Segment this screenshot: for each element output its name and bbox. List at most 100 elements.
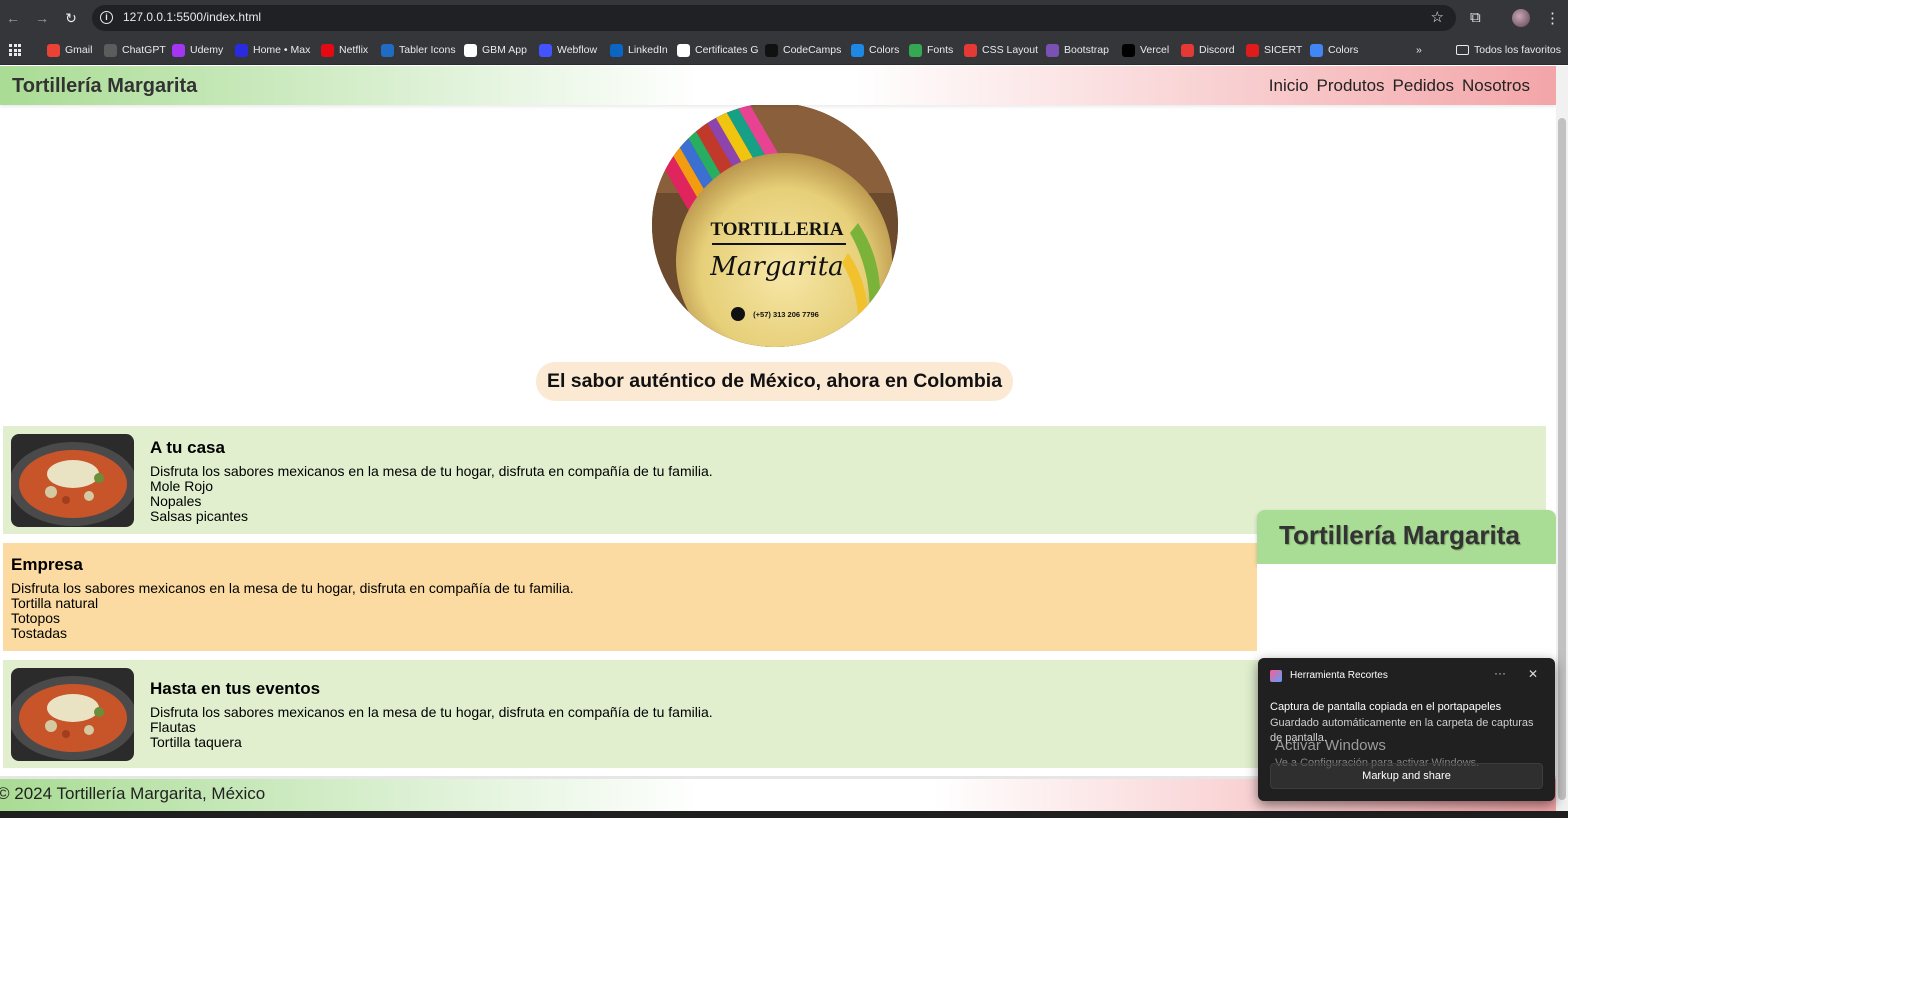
bookmark-label: Discord (1199, 44, 1235, 56)
snipping-tool-icon (1270, 670, 1282, 682)
bookmark-label: GBM App (482, 44, 527, 56)
service-card-business: Empresa Disfruta los sabores mexicanos e… (3, 543, 1257, 651)
back-arrow-icon[interactable]: ← (4, 9, 22, 27)
food-thumbnail (11, 434, 134, 527)
bookmark-label: Bootstrap (1064, 44, 1109, 56)
css-layout-icon (964, 43, 977, 57)
bookmark-item[interactable]: Webflow (539, 42, 597, 58)
apps-grid-icon[interactable] (9, 44, 21, 56)
address-bar[interactable]: i 127.0.0.1:5500/index.html ☆ (92, 5, 1456, 31)
logo-text-line1: TORTILLERIA (710, 219, 843, 240)
card-item: Salsas picantes (150, 508, 249, 524)
bookmark-label: ChatGPT (122, 44, 166, 56)
pozole-image (11, 434, 134, 527)
bookmark-item[interactable]: Colors (1310, 42, 1358, 58)
notification-title: Captura de pantalla copiada en el portap… (1270, 701, 1502, 713)
more-options-icon[interactable]: ··· (1494, 666, 1506, 680)
bookmark-item[interactable]: Colors (851, 42, 899, 58)
bookmark-item[interactable]: Certificates G (677, 42, 759, 58)
card-item: Tortilla taquera (150, 734, 242, 750)
card-description: Disfruta los sabores mexicanos en la mes… (11, 580, 574, 596)
reload-icon[interactable]: ↻ (62, 9, 80, 27)
bookmarks-bar: Gmail ChatGPT Udemy Home • Max Netflix Tabler… (0, 36, 1568, 65)
bookmark-label: SICERT (1264, 44, 1303, 56)
google-icon (677, 43, 690, 57)
markup-share-button[interactable]: Markup and share (1270, 763, 1543, 789)
bookmark-item[interactable]: GBM App (464, 42, 527, 58)
whatsapp-icon (731, 307, 745, 321)
card-description: Disfruta los sabores mexicanos en la mes… (150, 704, 713, 720)
bookmark-label: Webflow (557, 44, 598, 56)
card-item: Totopos (11, 610, 61, 626)
nav-link-produtos[interactable]: Produtos (1316, 76, 1384, 96)
bookmark-label: Tabler Icons (399, 44, 456, 56)
colors-icon (851, 43, 864, 57)
bookmark-item[interactable]: Tabler Icons (381, 42, 456, 58)
extensions-icon[interactable]: ⧉ (1470, 9, 1481, 26)
more-bookmarks-chevron-icon[interactable]: » (1416, 42, 1422, 58)
browser-toolbar: ← → ↻ i 127.0.0.1:5500/index.html ☆ ⧉ ⋮ (0, 0, 1568, 36)
scrollbar-thumb[interactable] (1558, 118, 1566, 800)
bookmark-label: Gmail (65, 44, 93, 56)
card-title: Hasta en tus eventos (150, 679, 321, 698)
forward-arrow-icon[interactable]: → (33, 9, 51, 27)
bootstrap-icon (1046, 43, 1059, 57)
linkedin-icon (610, 43, 623, 57)
gmail-icon (47, 43, 60, 57)
bookmark-item[interactable]: ChatGPT (104, 42, 166, 58)
nav-link-nosotros[interactable]: Nosotros (1462, 76, 1530, 96)
card-item: Flautas (150, 719, 196, 735)
bookmark-label: LinkedIn (628, 44, 668, 56)
fonts-icon (909, 43, 922, 57)
vercel-icon (1122, 43, 1135, 57)
floating-brand-title: Tortillería Margarita (1279, 520, 1520, 550)
pozole-image (11, 668, 134, 761)
logo-graphic: TORTILLERIA Margarita (+57) 313 206 7796 (652, 103, 898, 347)
site-brand[interactable]: Tortillería Margarita (12, 75, 197, 98)
bookmark-item[interactable]: Gmail (47, 42, 92, 58)
sicert-icon (1246, 43, 1259, 57)
colors2-icon (1310, 43, 1323, 57)
nav-link-inicio[interactable]: Inicio (1269, 76, 1309, 96)
floating-widget-body (1257, 564, 1556, 656)
chrome-menu-icon[interactable]: ⋮ (1545, 9, 1560, 27)
card-item: Nopales (150, 493, 202, 509)
bookmark-label: CSS Layout (982, 44, 1039, 56)
site-info-icon[interactable]: i (100, 11, 113, 24)
logo-phone: (+57) 313 206 7796 (753, 310, 819, 319)
footer-copyright: © 2024 Tortillería Margarita, México (0, 784, 266, 803)
bookmark-item[interactable]: Fonts (909, 42, 953, 58)
bookmark-item[interactable]: Bootstrap (1046, 42, 1109, 58)
tabler-icon (381, 43, 394, 57)
page-scrollbar[interactable] (1556, 66, 1568, 811)
bookmark-item[interactable]: Netflix (321, 42, 368, 58)
url-text[interactable]: 127.0.0.1:5500/index.html (123, 10, 261, 24)
bookmark-label: CodeCamps (783, 44, 842, 56)
bookmark-label: Fonts (927, 44, 954, 56)
floating-brand-widget: Tortillería Margarita (1257, 510, 1556, 564)
bookmark-star-icon[interactable]: ☆ (1431, 8, 1444, 26)
card-item: Tostadas (11, 625, 68, 641)
bookmark-item[interactable]: CodeCamps (765, 42, 841, 58)
max-icon (235, 43, 248, 57)
site-header: Tortillería Margarita Inicio Produtos Pe… (0, 66, 1556, 105)
bookmark-item[interactable]: Home • Max (235, 42, 310, 58)
close-icon[interactable]: ✕ (1528, 667, 1538, 681)
all-bookmarks-folder[interactable]: Todos los favoritos (1456, 42, 1561, 58)
folder-icon (1456, 45, 1469, 55)
bookmark-item[interactable]: Udemy (172, 42, 223, 58)
bookmark-label: Vercel (1140, 44, 1170, 56)
nav-link-pedidos[interactable]: Pedidos (1393, 76, 1454, 96)
profile-avatar[interactable] (1512, 9, 1530, 27)
chatgpt-icon (104, 43, 117, 57)
hero-tagline: El sabor auténtico de México, ahora en C… (536, 362, 1013, 401)
bookmark-item[interactable]: Discord (1181, 42, 1235, 58)
bookmark-item[interactable]: CSS Layout (964, 42, 1038, 58)
bookmark-item[interactable]: SICERT (1246, 42, 1302, 58)
card-item: Tortilla natural (11, 595, 99, 611)
all-bookmarks-label: Todos los favoritos (1474, 44, 1561, 56)
gbm-icon (464, 43, 477, 57)
bookmark-item[interactable]: LinkedIn (610, 42, 668, 58)
snipping-tool-notification[interactable]: Herramienta Recortes ··· ✕ Captura de pa… (1258, 658, 1555, 801)
bookmark-item[interactable]: Vercel (1122, 42, 1169, 58)
